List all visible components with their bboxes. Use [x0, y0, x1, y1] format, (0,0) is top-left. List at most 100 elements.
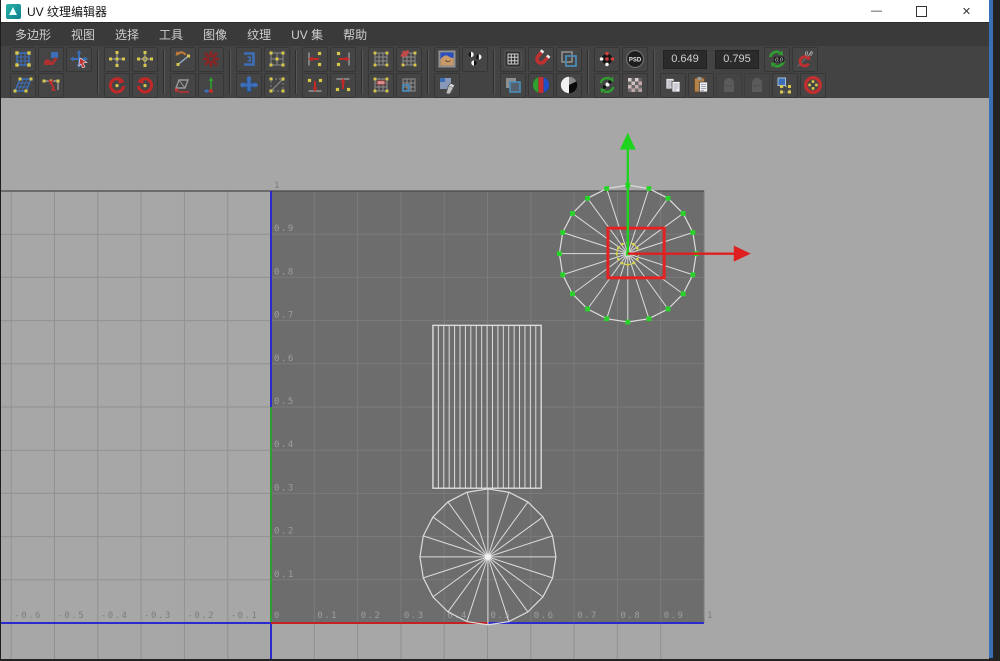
u-value-field[interactable]: 0.649 — [663, 50, 707, 69]
magnet-button[interactable] — [528, 47, 554, 72]
rotate-badge-icon: 0.0 — [795, 49, 815, 69]
uv-texture-editor-window: UV 纹理编辑器 — ✕ 多边形视图选择工具图像纹理UV 集帮助 PSD0.64… — [0, 0, 989, 658]
maximize-button[interactable] — [899, 0, 944, 22]
layers-icon — [503, 75, 523, 95]
move-cursor-button[interactable] — [66, 47, 92, 72]
skew-grid-icon — [13, 75, 33, 95]
flip-hand-button[interactable] — [38, 47, 64, 72]
menu-item-1[interactable]: 多边形 — [5, 23, 61, 46]
psd-icon: PSD — [625, 49, 645, 69]
bw-sphere-button[interactable] — [556, 73, 582, 98]
copy-icon — [663, 75, 683, 95]
ghost-button — [744, 73, 770, 98]
star-burst-icon — [201, 49, 221, 69]
layers-button[interactable] — [500, 73, 526, 98]
snap-grid-corner-button[interactable] — [396, 73, 422, 98]
toolbar-group-3 — [167, 47, 227, 98]
close-button[interactable]: ✕ — [944, 0, 989, 22]
uv-canvas-area[interactable]: -0.6-0.5-0.4-0.3-0.2-0.100.10.20.30.40.5… — [1, 98, 989, 659]
frame-overlap-button[interactable] — [556, 47, 582, 72]
image-face-button[interactable] — [434, 47, 460, 72]
rotate-ccw-button[interactable] — [104, 73, 130, 98]
ghost-icon — [719, 75, 739, 95]
star-burst-button[interactable] — [198, 47, 224, 72]
cut-uv-icon — [41, 75, 61, 95]
image-pen-button[interactable] — [434, 73, 460, 98]
checker-fade-button[interactable] — [622, 73, 648, 98]
frame-overlap-icon — [559, 49, 579, 69]
paste-button[interactable] — [688, 73, 714, 98]
grid-select-button[interactable] — [10, 47, 36, 72]
toolbar-group-7 — [431, 47, 491, 98]
menu-item-5[interactable]: 图像 — [193, 23, 237, 46]
grid-cross-dots-button[interactable] — [264, 47, 290, 72]
selected-uv-point — [604, 316, 609, 321]
uv-shell-bottom-cap[interactable] — [420, 489, 556, 625]
uv-canvas[interactable]: -0.6-0.5-0.4-0.3-0.2-0.100.10.20.30.40.5… — [1, 98, 989, 659]
grid-dark-button[interactable] — [500, 47, 526, 72]
align-right-button[interactable] — [330, 47, 356, 72]
rotate-cw-icon — [135, 75, 155, 95]
menu-item-8[interactable]: 帮助 — [333, 23, 377, 46]
menu-item-6[interactable]: 纹理 — [237, 23, 281, 46]
uv-frame-button[interactable] — [772, 73, 798, 98]
circle-dots-red-button[interactable] — [800, 73, 826, 98]
cut-uv-button[interactable] — [38, 73, 64, 98]
toolbar-separator — [427, 50, 429, 94]
snap-grid-button[interactable] — [368, 47, 394, 72]
toolbar: PSD 0.649 0.795 0.00.0 — [1, 46, 989, 98]
translate-dots-button[interactable] — [104, 47, 130, 72]
selected-uv-point — [557, 251, 562, 256]
menu-item-4[interactable]: 工具 — [149, 23, 193, 46]
axis-tick-label: 0.3 — [404, 611, 425, 621]
rotate-badge-button[interactable]: 0.0 — [792, 47, 818, 72]
toolbar-group-2 — [101, 47, 161, 98]
magnet-icon — [531, 49, 551, 69]
menu-item-3[interactable]: 选择 — [105, 23, 149, 46]
skew-parallelogram-button[interactable] — [170, 73, 196, 98]
v-value-field[interactable]: 0.795 — [715, 50, 759, 69]
rotate-cw-button[interactable] — [132, 73, 158, 98]
rgb-sphere-button[interactable] — [528, 73, 554, 98]
copy-button[interactable] — [660, 73, 686, 98]
toolbar-group-1 — [7, 47, 95, 98]
align-up-button[interactable] — [330, 73, 356, 98]
dice-red-icon — [597, 49, 617, 69]
axis-tick-label: -0.5 — [58, 611, 86, 621]
axis-tick-label: 1 — [274, 181, 281, 191]
axis-tick-label: 0.9 — [664, 611, 685, 621]
move-cursor-icon — [69, 49, 89, 69]
menu-item-7[interactable]: UV 集 — [281, 23, 333, 46]
cycle-dice-button[interactable] — [594, 73, 620, 98]
minimize-button[interactable]: — — [854, 0, 899, 22]
cycle-badge-button[interactable]: 0.0 — [764, 47, 790, 72]
dots-diagonal-button[interactable] — [264, 73, 290, 98]
align-left-button[interactable] — [302, 47, 328, 72]
axis-tick-label: -0.3 — [144, 611, 172, 621]
translate-dots-alt-button[interactable] — [132, 47, 158, 72]
dice-red-button[interactable] — [594, 47, 620, 72]
lasso-rotate-button[interactable] — [170, 47, 196, 72]
toolbar-separator — [361, 50, 363, 94]
grid-dark-icon — [503, 49, 523, 69]
grid-select-icon — [13, 49, 33, 69]
align-down-button[interactable] — [302, 73, 328, 98]
cycle-dice-icon — [597, 75, 617, 95]
snap-grid-flower-button[interactable] — [396, 47, 422, 72]
selected-uv-point — [690, 230, 695, 235]
ghost-button — [716, 73, 742, 98]
snap-grid-minus-button[interactable] — [368, 73, 394, 98]
dither-dots-button[interactable] — [462, 47, 488, 72]
axis-move-button[interactable] — [198, 73, 224, 98]
paste-icon — [691, 75, 711, 95]
toolbar-separator — [587, 50, 589, 94]
selected-uv-point — [666, 307, 671, 312]
ghost-icon — [747, 75, 767, 95]
uv-shell-cylinder-side[interactable] — [433, 325, 541, 488]
toolbar-separator — [163, 50, 165, 94]
menu-item-2[interactable]: 视图 — [61, 23, 105, 46]
flip-bracket-button[interactable] — [236, 47, 262, 72]
puzzle-button[interactable] — [236, 73, 262, 98]
psd-button[interactable]: PSD — [622, 47, 648, 72]
skew-grid-button[interactable] — [10, 73, 36, 98]
